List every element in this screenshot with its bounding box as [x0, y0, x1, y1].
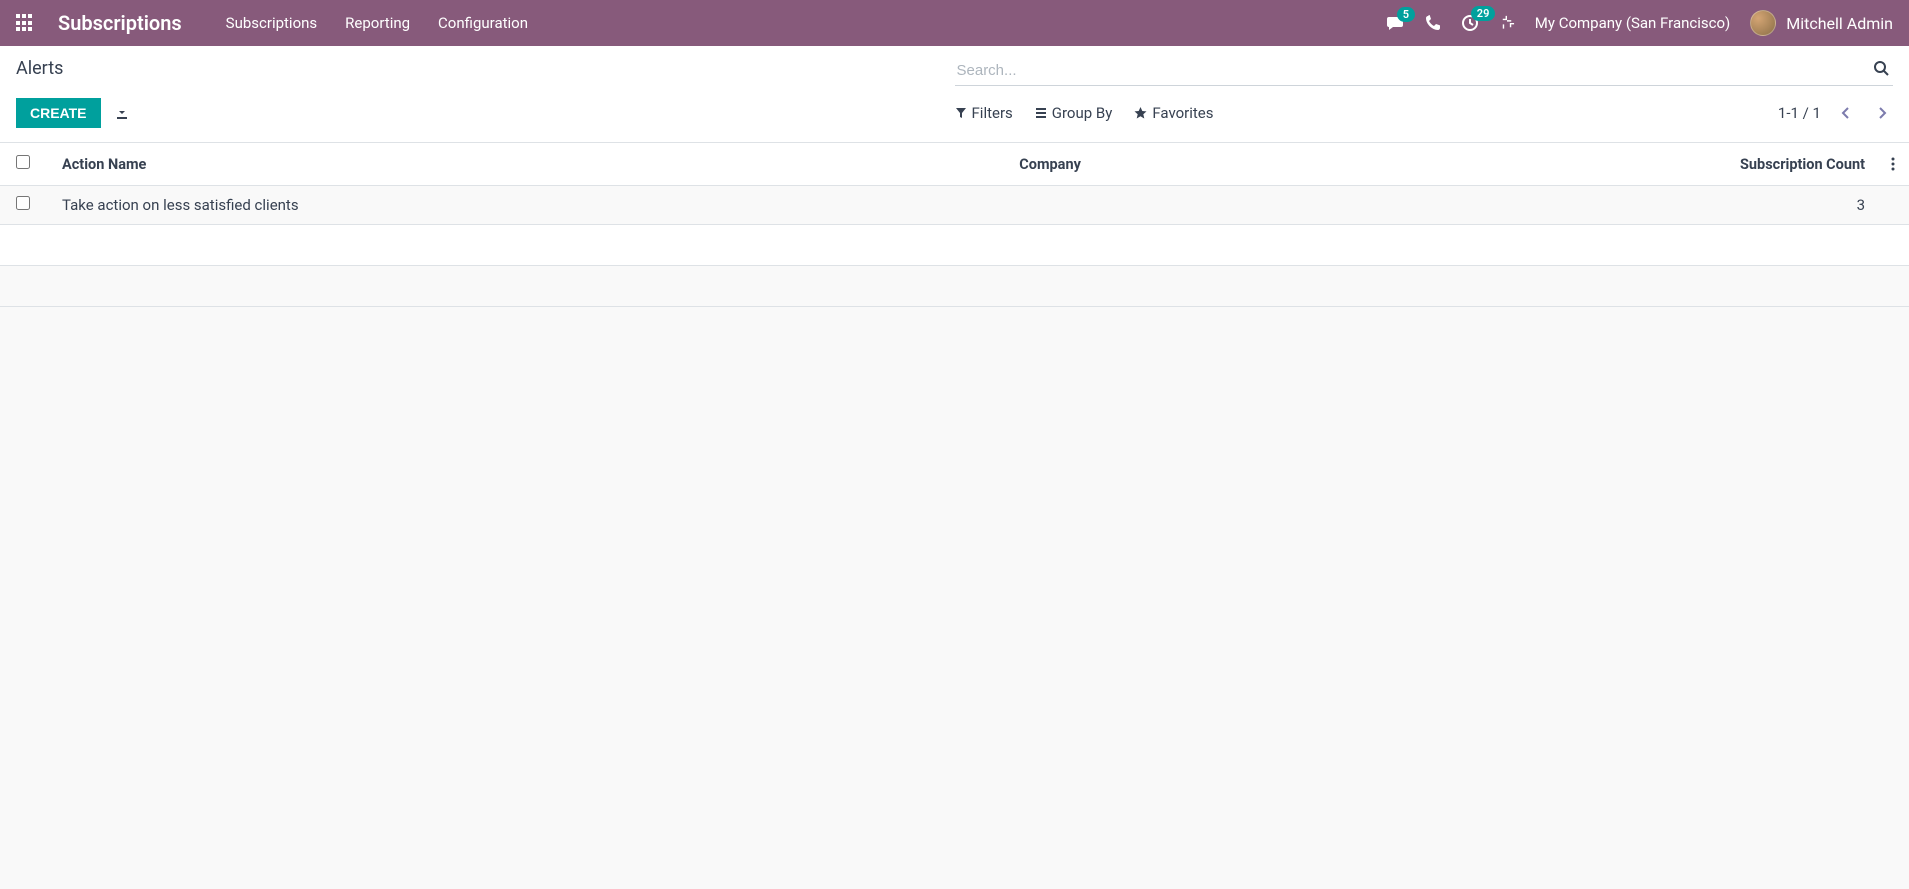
activities-icon[interactable]: 29	[1461, 14, 1479, 32]
cell-empty	[1875, 186, 1909, 225]
company-selector[interactable]: My Company (San Francisco)	[1535, 14, 1730, 32]
row-checkbox-cell	[0, 186, 46, 225]
table-row[interactable]: Take action on less satisfied clients 3	[0, 186, 1909, 225]
table-footer	[0, 225, 1909, 266]
table-spacer	[0, 266, 1909, 307]
nav-configuration[interactable]: Configuration	[438, 14, 528, 32]
search-options: Filters Group By Favorites 1-1 / 1	[955, 104, 1894, 122]
nav-subscriptions[interactable]: Subscriptions	[226, 14, 317, 32]
groupby-button[interactable]: Group By	[1035, 104, 1113, 122]
filter-icon	[955, 107, 967, 119]
favorites-button[interactable]: Favorites	[1134, 104, 1213, 122]
messages-icon[interactable]: 5	[1387, 15, 1405, 31]
filters-button[interactable]: Filters	[955, 104, 1013, 122]
navbar-left: Subscriptions Subscriptions Reporting Co…	[16, 11, 528, 35]
kebab-icon	[1891, 157, 1895, 171]
star-icon	[1134, 107, 1147, 120]
avatar	[1750, 10, 1776, 36]
header-action-name[interactable]: Action Name	[46, 143, 1003, 186]
alerts-table: Action Name Company Subscription Count T…	[0, 142, 1909, 307]
header-checkbox-cell	[0, 143, 46, 186]
chevron-left-icon	[1841, 106, 1851, 120]
favorites-label: Favorites	[1152, 104, 1213, 122]
search-icon[interactable]	[1873, 60, 1889, 76]
list-icon	[1035, 107, 1047, 119]
row-checkbox[interactable]	[16, 196, 30, 210]
search-area	[955, 58, 1894, 86]
user-name: Mitchell Admin	[1786, 14, 1893, 33]
breadcrumb: Alerts	[16, 58, 63, 79]
phone-icon[interactable]	[1425, 15, 1441, 31]
cell-action-name: Take action on less satisfied clients	[46, 186, 1003, 225]
table-header-row: Action Name Company Subscription Count	[0, 143, 1909, 186]
navbar-right: 5 29 My Company (San Francisco) Mitchell…	[1387, 10, 1893, 36]
chevron-right-icon	[1877, 106, 1887, 120]
pager-text[interactable]: 1-1 / 1	[1778, 104, 1821, 122]
cell-subscription-count: 3	[1337, 186, 1875, 225]
nav-menu: Subscriptions Reporting Configuration	[226, 14, 528, 32]
navbar: Subscriptions Subscriptions Reporting Co…	[0, 0, 1909, 46]
control-panel-bottom: CREATE Filters Group By Favorites 1-1 / …	[16, 86, 1893, 142]
activities-badge: 29	[1471, 6, 1496, 21]
pager: 1-1 / 1	[1778, 104, 1893, 122]
select-all-checkbox[interactable]	[16, 155, 30, 169]
cell-company	[1003, 186, 1337, 225]
pager-prev[interactable]	[1835, 104, 1857, 122]
control-panel: Alerts CREATE Filters Group By Favorites	[0, 46, 1909, 142]
import-button[interactable]	[115, 106, 129, 120]
header-subscription-count[interactable]: Subscription Count	[1337, 143, 1875, 186]
control-panel-top: Alerts	[16, 58, 1893, 86]
header-company[interactable]: Company	[1003, 143, 1337, 186]
list-view: Action Name Company Subscription Count T…	[0, 142, 1909, 307]
app-title[interactable]: Subscriptions	[58, 11, 182, 35]
user-menu[interactable]: Mitchell Admin	[1750, 10, 1893, 36]
create-button[interactable]: CREATE	[16, 98, 101, 128]
apps-icon[interactable]	[16, 14, 34, 32]
messages-badge: 5	[1397, 7, 1415, 22]
header-optional-columns[interactable]	[1875, 143, 1909, 186]
pager-next[interactable]	[1871, 104, 1893, 122]
debug-icon[interactable]	[1499, 15, 1515, 31]
filters-label: Filters	[972, 104, 1013, 122]
groupby-label: Group By	[1052, 104, 1113, 122]
nav-reporting[interactable]: Reporting	[345, 14, 410, 32]
search-input[interactable]	[955, 58, 1894, 86]
